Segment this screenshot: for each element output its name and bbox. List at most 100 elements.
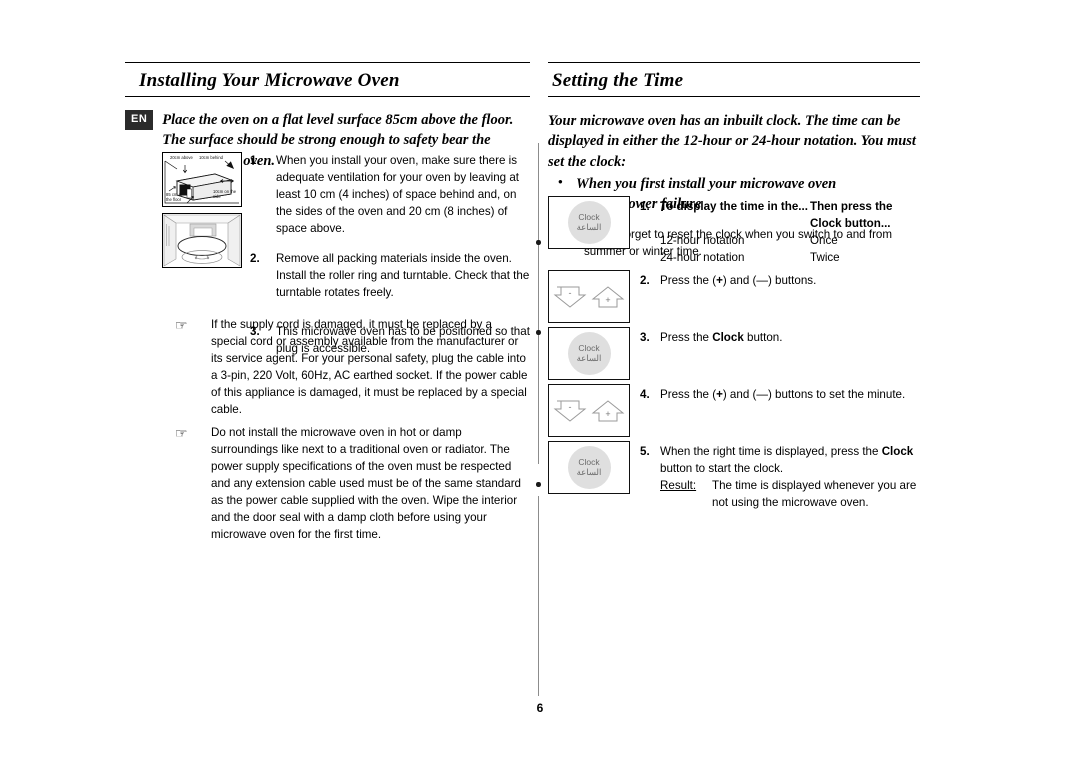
- plus-sign: +: [605, 408, 611, 419]
- plus-minus-button-illustration[interactable]: - +: [548, 270, 630, 324]
- right-bullet-1: When you first install your microwave ov…: [548, 173, 920, 195]
- s2-minus: —: [756, 274, 768, 288]
- notation-row-2-col1: 24-hour notation: [660, 251, 745, 265]
- oven-interior-turntable-diagram: [162, 213, 242, 268]
- s4-plus: +: [716, 388, 723, 402]
- left-step-2-text: Remove all packing materials inside the …: [276, 252, 530, 300]
- label-clearance-floor: 85 cm of the floor: [166, 192, 183, 202]
- right-step-5-text: When the right time is displayed, press …: [660, 443, 920, 477]
- right-step-1-body: 1. To display the time in the... Then pr…: [640, 196, 920, 266]
- oven-clearance-diagram: 20cm above 10cm behind 10cm on the side …: [162, 152, 242, 207]
- left-step-2: 2. Remove all packing materials inside t…: [250, 250, 530, 301]
- left-note-2: ☞ Do not install the microwave oven in h…: [175, 424, 530, 543]
- s4-pre: Press the (: [660, 388, 717, 402]
- s4-mid: ) and (: [722, 388, 757, 402]
- minus-button-icon[interactable]: -: [553, 398, 587, 424]
- pointing-hand-icon: ☞: [175, 317, 188, 333]
- left-notes: ☞ If the supply cord is damaged, it must…: [175, 316, 530, 549]
- left-note-1-text: If the supply cord is damaged, it must b…: [211, 318, 528, 417]
- divider-dot: [536, 330, 541, 335]
- notation-row-1-col2: Once: [810, 234, 838, 248]
- s5-bold: Clock: [881, 445, 914, 459]
- clock-button-illustration[interactable]: Clock الساعة: [548, 196, 630, 249]
- manual-page: Installing Your Microwave Oven EN Place …: [0, 0, 1080, 763]
- plus-sign: +: [605, 294, 611, 305]
- minus-button-icon[interactable]: -: [553, 284, 587, 310]
- result-text: The time is displayed whenever you are n…: [712, 479, 917, 510]
- s4-post: ) buttons to set the minute.: [767, 388, 906, 402]
- right-step-5-result: Result: The time is displayed whenever y…: [660, 477, 920, 511]
- divider-dot: [536, 482, 541, 487]
- label-clearance-side: 10cm on the side: [213, 189, 237, 199]
- divider-segment: [538, 496, 540, 696]
- s3-bold: Clock: [712, 331, 744, 345]
- plus-button-icon[interactable]: +: [591, 284, 625, 310]
- left-step-1: 1. When you install your oven, make sure…: [250, 152, 530, 237]
- language-tag: EN: [125, 109, 154, 130]
- left-step-2-number: 2.: [250, 252, 260, 266]
- s4-minus: —: [756, 388, 768, 402]
- right-step-4: - + 4. Press the (+) and (—) buttons to …: [548, 384, 920, 438]
- right-step-1-number: 1.: [640, 200, 650, 213]
- notation-table-head-col1: To display the time in the...: [660, 200, 808, 213]
- right-step-4-body: 4. Press the (+) and (—) buttons to set …: [640, 384, 920, 437]
- right-step-2-text: Press the (+) and (—) buttons.: [660, 272, 920, 289]
- notation-table-head-col2: Then press the Clock button...: [810, 200, 893, 231]
- right-step-4-number: 4.: [640, 388, 650, 402]
- right-step-4-text: Press the (+) and (—) buttons to set the…: [660, 386, 920, 403]
- right-step-1: Clock الساعة 1. To display the time in t…: [548, 196, 920, 266]
- label-clearance-behind: 10cm behind: [199, 155, 223, 160]
- right-steps-list: Clock الساعة 1. To display the time in t…: [548, 196, 920, 515]
- clock-label-ar: الساعة: [576, 467, 602, 478]
- right-step-3-text: Press the Clock button.: [660, 329, 920, 346]
- s3-post: button.: [743, 331, 783, 345]
- right-step-3: Clock الساعة 3. Press the Clock button.: [548, 327, 920, 381]
- clock-button-face: Clock الساعة: [567, 446, 611, 490]
- right-step-1-header: 1. To display the time in the... Then pr…: [640, 198, 920, 266]
- plus-minus-pair: - +: [553, 398, 625, 424]
- right-intro-text: Your microwave oven has an inbuilt clock…: [548, 112, 916, 170]
- s5-pre: When the right time is displayed, press …: [660, 445, 882, 459]
- notation-table-header: To display the time in the... Then press…: [660, 198, 920, 232]
- clock-button-face: Clock الساعة: [567, 201, 611, 244]
- right-step-2-number: 2.: [640, 274, 650, 288]
- oven-interior-svg: [163, 214, 241, 267]
- divider-dot: [536, 240, 541, 245]
- pointing-hand-icon: ☞: [175, 425, 188, 442]
- plus-minus-pair: - +: [553, 284, 625, 310]
- plus-button-icon[interactable]: +: [591, 398, 625, 424]
- s5-post: button to start the clock.: [660, 462, 784, 476]
- left-step-1-text: When you install your oven, make sure th…: [276, 154, 519, 236]
- s3-pre: Press the: [660, 331, 713, 345]
- clock-button-illustration[interactable]: Clock الساعة: [548, 441, 630, 495]
- left-note-1: ☞ If the supply cord is damaged, it must…: [175, 316, 530, 418]
- label-clearance-above: 20cm above: [170, 155, 193, 160]
- minus-sign: -: [568, 401, 572, 412]
- s2-plus: +: [716, 274, 723, 288]
- clock-button-illustration[interactable]: Clock الساعة: [548, 327, 630, 381]
- divider-segment: [538, 344, 540, 464]
- table-row: 12-hour notation Once: [660, 232, 920, 249]
- clock-label-en: Clock: [578, 342, 600, 353]
- table-row: 24-hour notation Twice: [660, 249, 920, 266]
- clock-label-ar: الساعة: [576, 222, 602, 233]
- column-divider: [536, 62, 541, 720]
- s2-pre: Press the (: [660, 274, 717, 288]
- clock-label-en: Clock: [578, 211, 600, 222]
- right-step-5: Clock الساعة 5. When the right time is d…: [548, 441, 920, 511]
- right-step-5-body: 5. When the right time is displayed, pre…: [640, 441, 920, 511]
- right-step-2: - + 2. Press the (+) and (—) buttons.: [548, 270, 920, 324]
- left-diagram-column: 20cm above 10cm behind 10cm on the side …: [162, 152, 244, 268]
- left-note-2-text: Do not install the microwave oven in hot…: [211, 426, 522, 542]
- minus-sign: -: [568, 287, 572, 298]
- clock-label-ar: الساعة: [576, 353, 602, 364]
- left-step-1-number: 1.: [250, 154, 260, 167]
- right-section-title: Setting the Time: [548, 62, 920, 97]
- result-label: Result:: [660, 479, 697, 493]
- plus-minus-button-illustration[interactable]: - +: [548, 384, 630, 438]
- s2-post: ) buttons.: [767, 274, 817, 288]
- left-section-title: Installing Your Microwave Oven: [125, 62, 530, 97]
- page-number: 6: [536, 701, 544, 715]
- s2-mid: ) and (: [722, 274, 757, 288]
- notation-row-1-col1: 12-hour notation: [660, 234, 745, 248]
